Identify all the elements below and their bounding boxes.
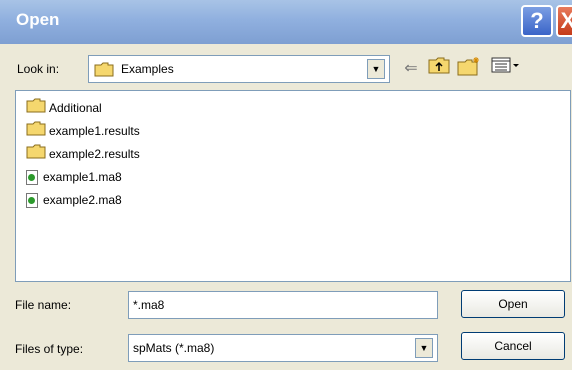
ma8-file-icon (26, 193, 38, 209)
ma8-file-icon (26, 170, 38, 186)
files-of-type-value: spMats (*.ma8) (133, 341, 215, 355)
look-in-dropdown-button[interactable]: ▼ (367, 59, 385, 79)
dialog-title: Open (16, 10, 60, 29)
new-folder-icon[interactable] (456, 56, 482, 82)
file-name-input[interactable]: *.ma8 (128, 291, 438, 319)
cancel-button[interactable]: Cancel (461, 332, 565, 360)
file-list[interactable]: Additional example1.results example2.res… (15, 90, 571, 282)
files-of-type-label: Files of type: (15, 342, 84, 356)
back-icon[interactable]: ⇐ (398, 56, 424, 82)
open-dialog: Open ? X Look in: Examples ▼ ⇐ Additiona… (0, 0, 572, 370)
up-folder-icon[interactable] (426, 56, 452, 82)
file-name: example1.results (49, 124, 140, 138)
list-item[interactable]: example2.results (26, 143, 140, 165)
list-item[interactable]: example1.results (26, 120, 140, 142)
close-button[interactable]: X (556, 5, 572, 37)
view-menu-icon[interactable] (488, 56, 524, 82)
help-button[interactable]: ? (521, 5, 553, 37)
list-item[interactable]: Additional (26, 97, 102, 119)
open-button[interactable]: Open (461, 290, 565, 318)
file-name: example2.results (49, 147, 140, 161)
folder-icon (26, 121, 46, 143)
list-item[interactable]: example2.ma8 (26, 189, 122, 211)
look-in-combo[interactable]: Examples ▼ (88, 55, 390, 83)
files-of-type-dropdown-button[interactable]: ▼ (415, 338, 433, 358)
look-in-value: Examples (121, 62, 174, 76)
list-item[interactable]: example1.ma8 (26, 166, 122, 188)
file-name: Additional (49, 101, 102, 115)
title-bar: Open ? X (0, 0, 572, 44)
file-name: example2.ma8 (43, 193, 122, 207)
folder-icon (94, 62, 114, 80)
file-name-label: File name: (15, 298, 72, 312)
folder-icon (26, 98, 46, 120)
look-in-label: Look in: (17, 62, 60, 76)
folder-icon (26, 144, 46, 166)
files-of-type-combo[interactable]: spMats (*.ma8) ▼ (128, 334, 438, 362)
file-name: example1.ma8 (43, 170, 122, 184)
